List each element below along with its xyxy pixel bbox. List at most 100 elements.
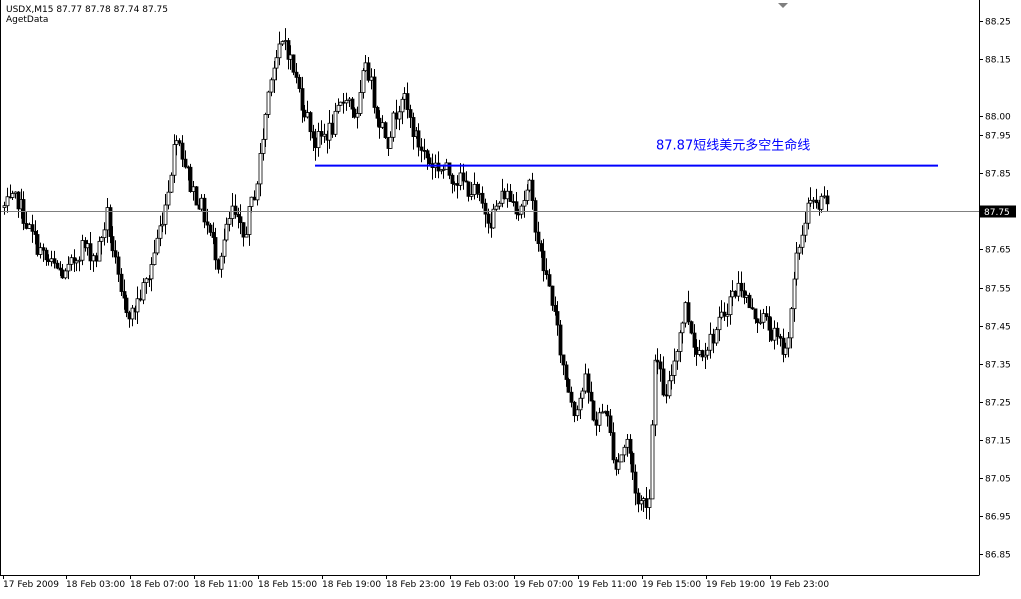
candle-body: [166, 191, 171, 206]
candle-body: [261, 138, 266, 154]
candle-body: [436, 162, 441, 172]
candle-body: [461, 172, 466, 182]
candle-body: [561, 354, 566, 366]
candle-body: [69, 257, 74, 265]
candle-body: [183, 158, 188, 168]
candle-body: [450, 174, 455, 184]
level-annotation: 87.87短线美元多空生命线: [656, 138, 810, 154]
candle-body: [263, 114, 268, 140]
candle-body: [174, 140, 179, 145]
candle-body: [102, 229, 107, 239]
candle-body: [341, 101, 346, 104]
candle-body: [266, 91, 271, 115]
candle-body: [636, 492, 641, 505]
candle-body: [758, 321, 763, 324]
candle-body: [519, 205, 524, 215]
candle-body: [472, 183, 477, 195]
y-tick-label: 88.00: [985, 113, 1011, 123]
candle-body: [400, 98, 405, 113]
candle-body: [522, 200, 527, 207]
candle-body: [477, 192, 482, 195]
candle-body: [730, 290, 735, 298]
plot-area: [0, 0, 1021, 595]
candle-body: [297, 77, 302, 89]
candle-body: [589, 391, 594, 402]
candle-body: [653, 359, 658, 426]
candle-body: [163, 204, 168, 225]
candle-body: [736, 282, 741, 297]
candle-body: [569, 391, 574, 403]
y-tick-label: 87.45: [985, 323, 1011, 333]
candle-body: [497, 202, 502, 207]
x-tick-label: 18 Feb 19:00: [322, 580, 381, 590]
candle-body: [527, 179, 532, 191]
candle-body: [352, 108, 357, 118]
candle-body: [650, 424, 655, 500]
y-tick-label: 88.15: [985, 56, 1011, 66]
candle-body: [160, 223, 165, 227]
candle-body: [2, 205, 7, 208]
x-tick-label: 19 Feb 19:00: [706, 580, 765, 590]
candle-body: [222, 239, 227, 257]
candle-body: [683, 302, 688, 324]
candle-body: [247, 206, 252, 235]
candle-body: [255, 183, 260, 201]
candle-body: [99, 237, 104, 242]
candle-body: [486, 213, 491, 224]
candle-body: [441, 168, 446, 171]
candle-body: [783, 347, 788, 355]
candle-body: [639, 500, 644, 505]
candle-body: [105, 207, 110, 231]
candle-body: [641, 498, 646, 501]
candle-body: [138, 298, 143, 301]
candle-body: [155, 237, 160, 254]
candle-body: [313, 137, 318, 149]
candle-body: [302, 109, 307, 118]
candle-body: [10, 193, 15, 198]
candle-body: [794, 252, 799, 280]
candle-body: [811, 199, 816, 202]
candle-body: [394, 112, 399, 120]
candle-body: [94, 255, 99, 262]
candle-body: [288, 54, 293, 60]
candle-body: [425, 150, 430, 159]
candle-body: [778, 336, 783, 339]
x-tick-label: 18 Feb 15:00: [258, 580, 317, 590]
candle-body: [388, 136, 393, 149]
candle-body: [52, 258, 57, 264]
candle-body: [377, 117, 382, 128]
candle-body: [502, 190, 507, 200]
candle-body: [714, 329, 719, 344]
candle-body: [33, 230, 38, 235]
candle-body: [391, 112, 396, 138]
candle-body: [719, 311, 724, 318]
candle-body: [769, 329, 774, 341]
candle-body: [619, 454, 624, 463]
candle-body: [38, 247, 43, 255]
candle-body: [761, 313, 766, 323]
candle-body: [544, 270, 549, 276]
candle-body: [422, 149, 427, 152]
candle-body: [661, 368, 666, 396]
y-tick-label: 87.05: [985, 475, 1011, 485]
candle-body: [786, 337, 791, 349]
candle-body: [180, 142, 185, 160]
candle-body: [803, 222, 808, 236]
candle-body: [667, 380, 672, 397]
y-tick-label: 87.35: [985, 361, 1011, 371]
candle-body: [49, 258, 54, 263]
candle-body: [530, 179, 535, 201]
candle-body: [319, 131, 324, 137]
y-tick-label: 86.85: [985, 551, 1011, 561]
candle-body: [85, 243, 90, 249]
candle-body: [491, 208, 496, 229]
candle-body: [594, 419, 599, 426]
candle-body: [152, 252, 157, 265]
candle-body: [77, 259, 82, 262]
candle-body: [191, 186, 196, 192]
candle-body: [27, 224, 32, 229]
candle-body: [347, 98, 352, 101]
candle-body: [655, 359, 660, 363]
candle-body: [680, 322, 685, 334]
x-tick-label: 19 Feb 03:00: [450, 580, 509, 590]
